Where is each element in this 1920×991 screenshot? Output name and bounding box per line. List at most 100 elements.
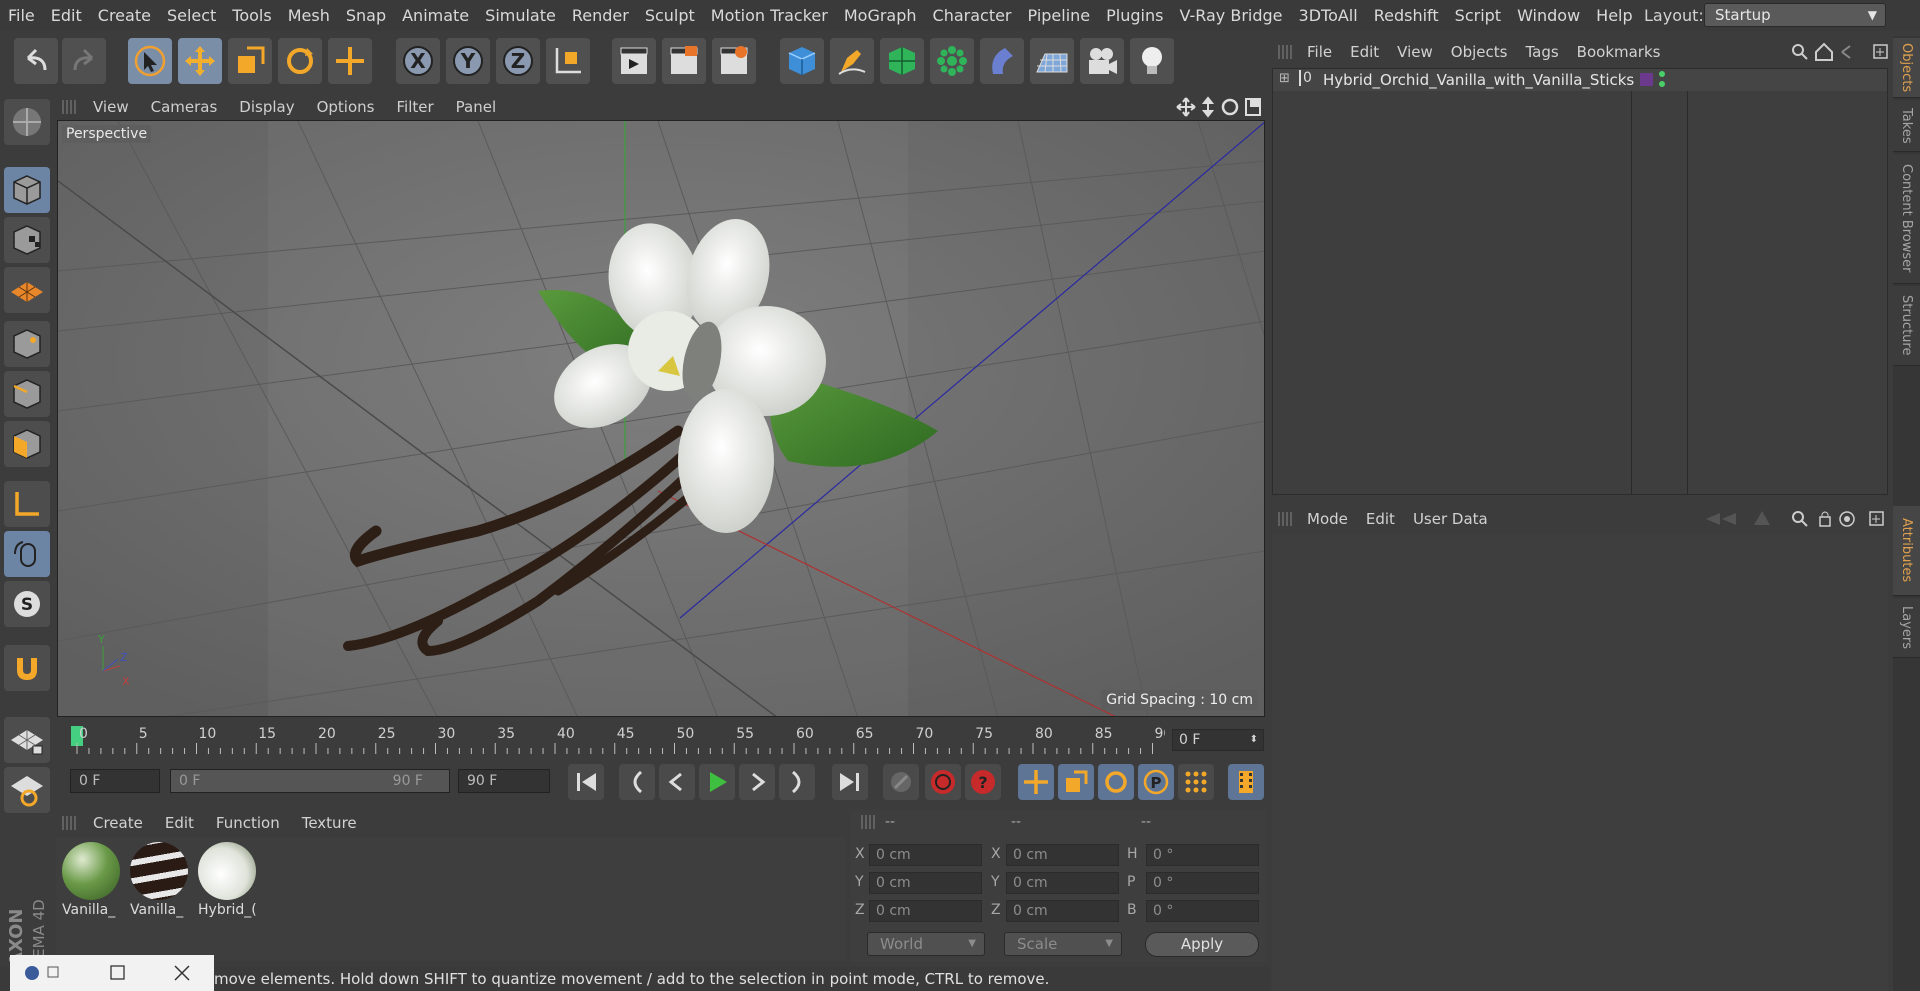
object-row[interactable]: ⊞ 0 Hybrid_Orchid_Vanilla_with_Vanilla_S… xyxy=(1273,69,1887,91)
drag-handle-icon[interactable] xyxy=(861,815,875,829)
material-menu-function[interactable]: Function xyxy=(205,814,291,832)
autokeying-button[interactable]: ? xyxy=(965,764,1001,800)
viewport-menu-options[interactable]: Options xyxy=(306,98,386,116)
workplane-mode-button[interactable] xyxy=(4,267,50,313)
tab-objects[interactable]: Objects xyxy=(1893,38,1920,98)
menu-snap[interactable]: Snap xyxy=(338,6,394,25)
rot-p-field[interactable]: 0 ° xyxy=(1146,872,1259,894)
key-position-button[interactable] xyxy=(1018,764,1054,800)
go-to-start-button[interactable] xyxy=(568,764,604,800)
object-menu-bookmarks[interactable]: Bookmarks xyxy=(1568,43,1670,61)
scale-tool-button[interactable] xyxy=(228,38,272,84)
redo-button[interactable] xyxy=(62,38,106,84)
size-mode-dropdown[interactable]: Scale ▼ xyxy=(1004,932,1122,956)
current-frame-field[interactable]: 0 F ⬍ xyxy=(1172,729,1264,751)
3d-viewport[interactable]: Y X Z Perspective Grid Spacing : 10 cm xyxy=(57,120,1265,717)
cube-primitive-button[interactable] xyxy=(780,38,824,84)
locked-workplane-button[interactable] xyxy=(4,717,50,763)
rot-b-field[interactable]: 0 ° xyxy=(1146,900,1259,922)
drag-handle-icon[interactable] xyxy=(62,99,76,114)
axis-mode-button[interactable] xyxy=(4,481,50,527)
go-to-end-button[interactable] xyxy=(832,764,868,800)
menu-redshift[interactable]: Redshift xyxy=(1366,6,1447,25)
rotate-tool-button[interactable] xyxy=(278,38,322,84)
attributes-menu-edit[interactable]: Edit xyxy=(1357,510,1404,528)
key-scale-button[interactable] xyxy=(1058,764,1094,800)
menu-create[interactable]: Create xyxy=(90,6,159,25)
menu-mograph[interactable]: MoGraph xyxy=(836,6,925,25)
cloner-button[interactable] xyxy=(930,38,974,84)
texture-mode-button[interactable] xyxy=(4,217,50,263)
viewport-menu-display[interactable]: Display xyxy=(228,98,305,116)
planar-workplane-button[interactable] xyxy=(4,767,50,813)
previous-key-button[interactable] xyxy=(619,764,655,800)
menu-window[interactable]: Window xyxy=(1509,6,1588,25)
object-menu-file[interactable]: File xyxy=(1298,43,1341,61)
size-x-field[interactable]: 0 cm xyxy=(1006,844,1119,866)
coordinate-mode-dropdown[interactable]: World ▼ xyxy=(867,932,985,956)
record-keys-disabled-button[interactable] xyxy=(883,764,919,800)
key-point-level-button[interactable] xyxy=(1178,764,1214,800)
viewport-camera-label[interactable]: Perspective xyxy=(62,125,152,143)
viewport-menu-filter[interactable]: Filter xyxy=(385,98,444,116)
transform-tool-button[interactable] xyxy=(328,38,372,84)
render-view-button[interactable] xyxy=(612,38,656,84)
camera-button[interactable] xyxy=(1080,38,1124,84)
spline-pen-button[interactable] xyxy=(830,38,874,84)
next-frame-button[interactable] xyxy=(739,764,775,800)
layout-dropdown[interactable]: Startup ▼ xyxy=(1704,3,1886,27)
light-button[interactable] xyxy=(1130,38,1174,84)
viewport-nav-icons[interactable] xyxy=(1176,96,1262,118)
menu-character[interactable]: Character xyxy=(925,6,1020,25)
menu-pipeline[interactable]: Pipeline xyxy=(1020,6,1099,25)
material-item[interactable]: Vanilla_ xyxy=(60,840,122,922)
polygons-mode-button[interactable] xyxy=(4,421,50,467)
apply-button[interactable]: Apply xyxy=(1145,932,1259,957)
menu-edit[interactable]: Edit xyxy=(43,6,90,25)
menu-vray-bridge[interactable]: V-Ray Bridge xyxy=(1171,6,1290,25)
attributes-manager-tools[interactable] xyxy=(1700,509,1890,529)
play-button[interactable] xyxy=(699,764,735,800)
solo-mode-button[interactable]: S xyxy=(4,581,50,627)
menu-plugins[interactable]: Plugins xyxy=(1098,6,1171,25)
timeline-window-button[interactable] xyxy=(1228,764,1264,800)
size-z-field[interactable]: 0 cm xyxy=(1006,900,1119,922)
object-color-tag[interactable] xyxy=(1640,73,1653,86)
pos-z-field[interactable]: 0 cm xyxy=(869,900,982,922)
x-axis-button[interactable]: X xyxy=(396,38,440,84)
menu-mesh[interactable]: Mesh xyxy=(280,6,338,25)
maximize-icon[interactable] xyxy=(110,965,125,980)
attributes-menu-user-data[interactable]: User Data xyxy=(1404,510,1497,528)
object-name[interactable]: Hybrid_Orchid_Vanilla_with_Vanilla_Stick… xyxy=(1323,71,1634,89)
record-active-objects-button[interactable] xyxy=(925,764,961,800)
move-tool-button[interactable] xyxy=(178,38,222,84)
rot-h-field[interactable]: 0 ° xyxy=(1146,844,1259,866)
tab-structure[interactable]: Structure xyxy=(1893,286,1920,366)
snap-button[interactable] xyxy=(4,645,50,691)
object-manager-tools[interactable] xyxy=(1790,42,1890,62)
frame-range-slider[interactable]: 0 F 90 F xyxy=(170,769,450,793)
previous-frame-button[interactable] xyxy=(659,764,695,800)
object-menu-view[interactable]: View xyxy=(1388,43,1442,61)
tab-layers[interactable]: Layers xyxy=(1893,598,1920,658)
floor-button[interactable] xyxy=(1030,38,1074,84)
menu-render[interactable]: Render xyxy=(564,6,637,25)
deformer-button[interactable] xyxy=(980,38,1024,84)
tab-takes[interactable]: Takes xyxy=(1893,100,1920,152)
menu-simulate[interactable]: Simulate xyxy=(477,6,564,25)
key-parameter-button[interactable]: P xyxy=(1138,764,1174,800)
live-selection-button[interactable] xyxy=(128,38,172,84)
tab-content-browser[interactable]: Content Browser xyxy=(1893,154,1920,284)
timeline-ruler[interactable]: 0 5 10 15 20 25 30 35 40 45 50 55 60 65 70 75 80 85 90 xyxy=(70,723,1172,758)
material-item[interactable]: Hybrid_( xyxy=(196,840,258,922)
subdivision-surface-button[interactable] xyxy=(880,38,924,84)
render-visibility-dot[interactable] xyxy=(1659,81,1665,87)
menu-select[interactable]: Select xyxy=(159,6,224,25)
viewport-menu-view[interactable]: View xyxy=(82,98,140,116)
z-axis-button[interactable]: Z xyxy=(496,38,540,84)
object-menu-edit[interactable]: Edit xyxy=(1341,43,1388,61)
pos-y-field[interactable]: 0 cm xyxy=(869,872,982,894)
menu-script[interactable]: Script xyxy=(1447,6,1509,25)
next-key-button[interactable] xyxy=(779,764,815,800)
minimized-window-bar[interactable] xyxy=(10,955,214,991)
